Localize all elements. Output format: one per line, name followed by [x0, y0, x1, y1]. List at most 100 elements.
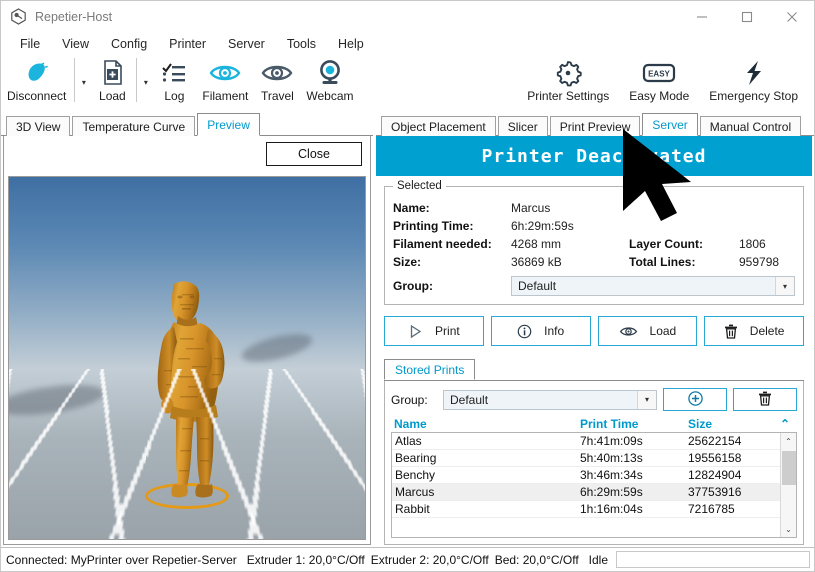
- menu-help[interactable]: Help: [327, 34, 375, 54]
- toolbar-travel-button[interactable]: Travel: [254, 56, 300, 103]
- tab-manual-control[interactable]: Manual Control: [699, 116, 802, 136]
- delete-print-button[interactable]: [733, 388, 797, 411]
- toolbar-filament-button[interactable]: Filament: [196, 56, 254, 103]
- close-button[interactable]: [769, 1, 814, 32]
- info-circle-icon: [517, 324, 532, 339]
- tab-preview[interactable]: Preview: [197, 113, 260, 136]
- tab-stored-prints[interactable]: Stored Prints: [384, 359, 476, 380]
- plus-circle-icon: [687, 390, 704, 410]
- printing-time-value: 6h:29m:59s: [511, 219, 574, 233]
- load-button[interactable]: Load: [597, 316, 698, 346]
- column-header-name[interactable]: Name: [394, 417, 580, 431]
- trash-icon: [758, 391, 772, 409]
- scrollbar-thumb[interactable]: [781, 451, 796, 485]
- row-name: Rabbit: [395, 502, 430, 516]
- column-header-print-time[interactable]: Print Time: [580, 417, 688, 431]
- menu-view[interactable]: View: [51, 34, 100, 54]
- selected-group-dropdown[interactable]: Default ▾: [511, 276, 795, 296]
- toolbar-load-label: Load: [99, 89, 126, 103]
- table-row[interactable]: Benchy 3h:46m:34s 12824904: [392, 467, 780, 484]
- toolbar-printer-settings-button[interactable]: Printer Settings: [517, 56, 619, 103]
- layer-count-value: 1806: [739, 237, 766, 251]
- load-dropdown-arrow[interactable]: ▾: [139, 56, 152, 108]
- toolbar-disconnect-label: Disconnect: [7, 89, 67, 103]
- status-extruder-2: Extruder 2: 20,0°C/Off: [370, 552, 489, 567]
- toolbar: Disconnect ▾ Load ▾ Log Filament Travel …: [1, 56, 814, 113]
- server-tab-content: Printer Deactivated Selected Name: Marcu…: [376, 136, 812, 545]
- minimize-button[interactable]: [679, 1, 724, 32]
- title-bar: Repetier-Host: [1, 1, 814, 32]
- left-pane: 3D View Temperature Curve Preview Close: [1, 113, 373, 547]
- eye-icon: [619, 325, 638, 338]
- scroll-down-icon[interactable]: ⌄: [785, 521, 792, 537]
- chevron-down-icon[interactable]: ▾: [775, 277, 794, 295]
- preview-panel: Close: [3, 136, 371, 545]
- total-lines-label: Total Lines:: [629, 255, 696, 269]
- tab-object-placement[interactable]: Object Placement: [381, 116, 496, 136]
- row-size: 12824904: [688, 468, 742, 482]
- chevron-down-icon[interactable]: ▾: [637, 390, 656, 409]
- action-button-row: Print Info Load Delete: [384, 316, 804, 346]
- tab-server[interactable]: Server: [642, 113, 698, 136]
- menu-printer[interactable]: Printer: [158, 34, 217, 54]
- column-header-size[interactable]: Size: [688, 417, 780, 431]
- row-name: Bearing: [395, 451, 437, 465]
- table-row-selected[interactable]: Marcus 6h:29m:59s 37753916: [392, 484, 780, 501]
- stored-prints-group-dropdown[interactable]: Default ▾: [443, 389, 657, 410]
- main-content: 3D View Temperature Curve Preview Close: [1, 113, 814, 547]
- eye-filament-icon: [208, 58, 242, 88]
- stored-prints-rows: Atlas 7h:41m:09s 25622154 Bearing 5h:40m…: [392, 433, 780, 537]
- toolbar-load-button[interactable]: Load: [90, 56, 134, 103]
- name-label: Name:: [393, 201, 430, 215]
- model-figure-marcus: [122, 278, 252, 505]
- row-size: 37753916: [688, 485, 742, 499]
- toolbar-right-group: Printer Settings EASY Easy Mode Emergenc…: [517, 56, 814, 103]
- print-button-label: Print: [435, 324, 460, 338]
- stored-prints-group-value: Default: [450, 392, 489, 407]
- row-name: Benchy: [395, 468, 436, 482]
- menu-bar: File View Config Printer Server Tools He…: [1, 32, 814, 56]
- delete-button[interactable]: Delete: [704, 316, 804, 346]
- toolbar-easy-mode-button[interactable]: EASY Easy Mode: [619, 56, 699, 103]
- toolbar-emergency-stop-label: Emergency Stop: [709, 89, 798, 103]
- window-controls: [679, 1, 814, 32]
- eye-travel-icon: [260, 58, 294, 88]
- left-tabstrip: 3D View Temperature Curve Preview: [1, 113, 373, 136]
- info-button[interactable]: Info: [490, 316, 591, 346]
- preview-close-button[interactable]: Close: [266, 142, 362, 166]
- 3d-viewport[interactable]: [8, 176, 366, 540]
- scroll-up-icon[interactable]: ⌃: [785, 433, 792, 449]
- menu-file[interactable]: File: [9, 34, 51, 54]
- selected-group-row: Group: Default ▾: [393, 276, 795, 296]
- selected-group-label: Group:: [393, 279, 433, 293]
- row-print-time: 6h:29m:59s: [580, 485, 643, 499]
- add-print-button[interactable]: [663, 388, 727, 411]
- menu-server[interactable]: Server: [217, 34, 276, 54]
- toolbar-log-button[interactable]: Log: [152, 56, 196, 103]
- app-window: Repetier-Host File View Config Printer S…: [0, 0, 815, 572]
- tab-temperature-curve[interactable]: Temperature Curve: [72, 116, 196, 136]
- info-button-label: Info: [544, 324, 565, 338]
- print-button[interactable]: Print: [384, 316, 484, 346]
- right-pane: Object Placement Slicer Print Preview Se…: [376, 113, 814, 547]
- size-value: 36869 kB: [511, 255, 562, 269]
- menu-config[interactable]: Config: [100, 34, 158, 54]
- stored-prints-group-row: Group: Default ▾: [391, 388, 797, 411]
- plug-disconnect-icon: [22, 58, 52, 88]
- filament-needed-value: 4268 mm: [511, 237, 562, 251]
- toolbar-emergency-stop-button[interactable]: Emergency Stop: [699, 56, 808, 103]
- toolbar-disconnect-button[interactable]: Disconnect: [1, 56, 72, 103]
- table-row[interactable]: Atlas 7h:41m:09s 25622154: [392, 433, 780, 450]
- disconnect-dropdown-arrow[interactable]: ▾: [77, 56, 90, 108]
- trash-icon: [724, 324, 738, 339]
- list-scrollbar[interactable]: ⌃ ⌄: [780, 433, 796, 537]
- table-row[interactable]: Rabbit 1h:16m:04s 7216785: [392, 501, 780, 518]
- tab-3d-view[interactable]: 3D View: [6, 116, 71, 136]
- table-row[interactable]: Bearing 5h:40m:13s 19556158: [392, 450, 780, 467]
- menu-tools[interactable]: Tools: [276, 34, 327, 54]
- tab-slicer[interactable]: Slicer: [497, 116, 548, 136]
- toolbar-webcam-button[interactable]: Webcam: [300, 56, 359, 103]
- tab-print-preview[interactable]: Print Preview: [549, 116, 641, 136]
- maximize-button[interactable]: [724, 1, 769, 32]
- easy-badge-icon: EASY: [639, 58, 679, 88]
